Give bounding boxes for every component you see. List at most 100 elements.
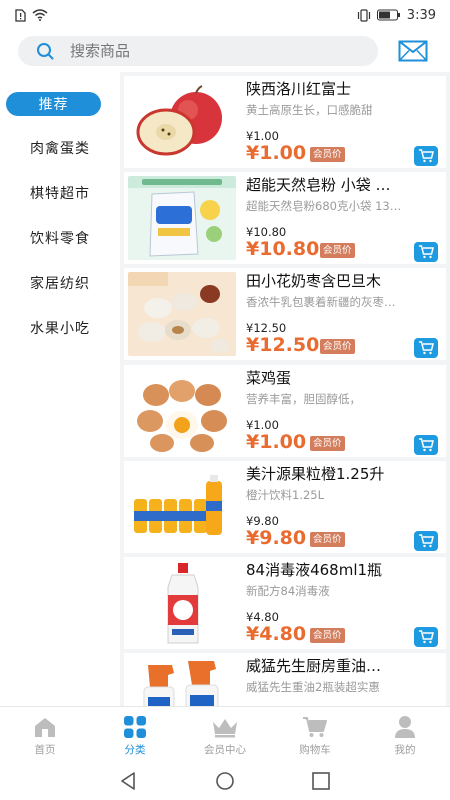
sidebar-item-drinks-snacks[interactable]: 饮料零食 [0, 216, 120, 260]
product-card[interactable]: 威猛先生厨房重油… 威猛先生重油2瓶装超实惠 [124, 653, 446, 706]
search-box[interactable] [18, 36, 378, 66]
recents-icon[interactable] [310, 771, 332, 791]
sidebar-item-label: 家居纺织 [30, 276, 90, 292]
product-subtitle: 威猛先生重油2瓶装超实惠 [246, 680, 380, 694]
product-price: ¥4.80 [246, 610, 279, 624]
sidebar-item-home-textile[interactable]: 家居纺织 [0, 261, 120, 305]
sidebar-item-recommend[interactable]: 推荐 [0, 82, 120, 126]
product-subtitle: 香浓牛乳包裹着新疆的灰枣… [246, 295, 396, 309]
cart-icon [419, 245, 434, 259]
product-card[interactable]: 陕西洛川红富士 黄土高原生长，口感脆甜 ¥1.00 ¥1.00 会员价 [124, 76, 446, 168]
status-right: 3:39 [357, 8, 436, 23]
product-title[interactable]: 超能天然皂粉 小袋 … [246, 174, 431, 195]
product-member-price: ¥1.00 [246, 431, 307, 453]
product-image-soap-powder[interactable] [128, 176, 236, 260]
sidebar-item-supermarket[interactable]: 棋特超市 [0, 171, 120, 215]
sidebar-item-label: 棋特超市 [30, 186, 90, 202]
search-input[interactable] [70, 42, 340, 60]
product-list[interactable]: 陕西洛川红富士 黄土高原生长，口感脆甜 ¥1.00 ¥1.00 会员价 超能天然… [120, 72, 450, 706]
tab-label: 我的 [394, 744, 416, 756]
product-image-disinfectant[interactable] [128, 561, 236, 645]
product-card[interactable]: 84消毒液468ml1瓶 新配方84消毒液 ¥4.80 ¥4.80 会员价 [124, 557, 446, 649]
product-card[interactable]: 超能天然皂粉 小袋 … 超能天然皂粉680克小袋 13… ¥10.80 ¥10.… [124, 172, 446, 264]
product-member-price: ¥10.80 [246, 238, 320, 260]
product-title[interactable]: 菜鸡蛋 [246, 367, 431, 388]
tab-home[interactable]: 首页 [0, 707, 90, 763]
tab-category[interactable]: 分类 [90, 707, 180, 763]
status-time: 3:39 [406, 7, 436, 23]
search-row [0, 30, 450, 72]
cart-icon [419, 534, 434, 548]
add-to-cart-button[interactable] [414, 146, 438, 166]
add-to-cart-button[interactable] [414, 338, 438, 358]
system-navigation-bar [0, 762, 450, 800]
product-subtitle: 新配方84消毒液 [246, 584, 330, 598]
product-price: ¥1.00 [246, 418, 279, 432]
battery-icon [376, 9, 400, 21]
add-to-cart-button[interactable] [414, 435, 438, 455]
sidebar-item-label: 推荐 [6, 92, 101, 116]
alert-sim-icon [15, 8, 26, 22]
tab-profile[interactable]: 我的 [360, 707, 450, 763]
add-to-cart-button[interactable] [414, 242, 438, 262]
category-sidebar: 推荐 肉禽蛋类 棋特超市 饮料零食 家居纺织 水果小吃 [0, 72, 120, 706]
product-member-price: ¥9.80 [246, 527, 307, 549]
product-member-price: ¥1.00 [246, 142, 307, 164]
product-member-price: ¥4.80 [246, 623, 307, 645]
product-title[interactable]: 田小花奶枣含巴旦木 [246, 270, 431, 291]
tab-label: 分类 [124, 744, 146, 756]
product-title[interactable]: 84消毒液468ml1瓶 [246, 559, 431, 580]
product-subtitle: 黄土高原生长，口感脆甜 [246, 103, 373, 117]
mail-icon[interactable] [398, 40, 428, 62]
product-card[interactable]: 田小花奶枣含巴旦木 香浓牛乳包裹着新疆的灰枣… ¥12.50 ¥12.50 会员… [124, 268, 446, 360]
category-icon [123, 715, 147, 739]
sidebar-item-label: 饮料零食 [30, 231, 90, 247]
user-icon [393, 715, 417, 739]
crown-icon [211, 715, 239, 739]
search-icon[interactable] [36, 41, 56, 61]
member-price-badge: 会员价 [310, 532, 345, 547]
status-bar: 3:39 [0, 0, 450, 30]
product-card[interactable]: 美汁源果粒橙1.25升 橙汁饮料1.25L ¥9.80 ¥9.80 会员价 [124, 461, 446, 553]
product-subtitle: 橙汁饮料1.25L [246, 488, 325, 502]
tab-label: 购物车 [299, 744, 331, 756]
product-title[interactable]: 威猛先生厨房重油… [246, 655, 431, 676]
product-price: ¥12.50 [246, 321, 287, 335]
cart-icon [302, 715, 328, 739]
product-title[interactable]: 美汁源果粒橙1.25升 [246, 463, 431, 484]
member-price-badge: 会员价 [310, 436, 345, 451]
member-price-badge: 会员价 [310, 628, 345, 643]
cart-icon [419, 630, 434, 644]
product-image-milk-dates[interactable] [128, 272, 236, 356]
sidebar-item-meat-poultry-eggs[interactable]: 肉禽蛋类 [0, 126, 120, 170]
sidebar-item-label: 肉禽蛋类 [30, 141, 90, 157]
product-subtitle: 超能天然皂粉680克小袋 13… [246, 199, 402, 213]
product-image-orange-juice[interactable] [128, 465, 236, 549]
cart-icon [419, 149, 434, 163]
product-member-price: ¥12.50 [246, 334, 320, 356]
sidebar-item-label: 水果小吃 [30, 321, 90, 337]
cart-icon [419, 438, 434, 452]
tab-label: 首页 [34, 744, 56, 756]
tab-member-center[interactable]: 会员中心 [180, 707, 270, 763]
vibrate-icon [357, 8, 370, 22]
add-to-cart-button[interactable] [414, 627, 438, 647]
bottom-tab-bar: 首页 分类 会员中心 购物车 我的 [0, 706, 450, 762]
product-card[interactable]: 菜鸡蛋 营养丰富，胆固醇低， ¥1.00 ¥1.00 会员价 [124, 365, 446, 457]
product-price: ¥1.00 [246, 129, 279, 143]
product-image-kitchen-cleaner[interactable] [128, 657, 236, 706]
cart-icon [419, 341, 434, 355]
product-title[interactable]: 陕西洛川红富士 [246, 78, 431, 99]
product-image-apple[interactable] [128, 80, 236, 164]
add-to-cart-button[interactable] [414, 531, 438, 551]
member-price-badge: 会员价 [320, 243, 355, 258]
product-subtitle: 营养丰富，胆固醇低， [246, 392, 361, 406]
product-image-eggs[interactable] [128, 369, 236, 453]
tab-cart[interactable]: 购物车 [270, 707, 360, 763]
tab-label: 会员中心 [204, 744, 246, 756]
status-left [14, 8, 48, 22]
sidebar-item-fruit-snacks[interactable]: 水果小吃 [0, 306, 120, 350]
back-icon[interactable] [118, 771, 140, 791]
home-button-icon[interactable] [214, 771, 236, 791]
product-price: ¥9.80 [246, 514, 279, 528]
